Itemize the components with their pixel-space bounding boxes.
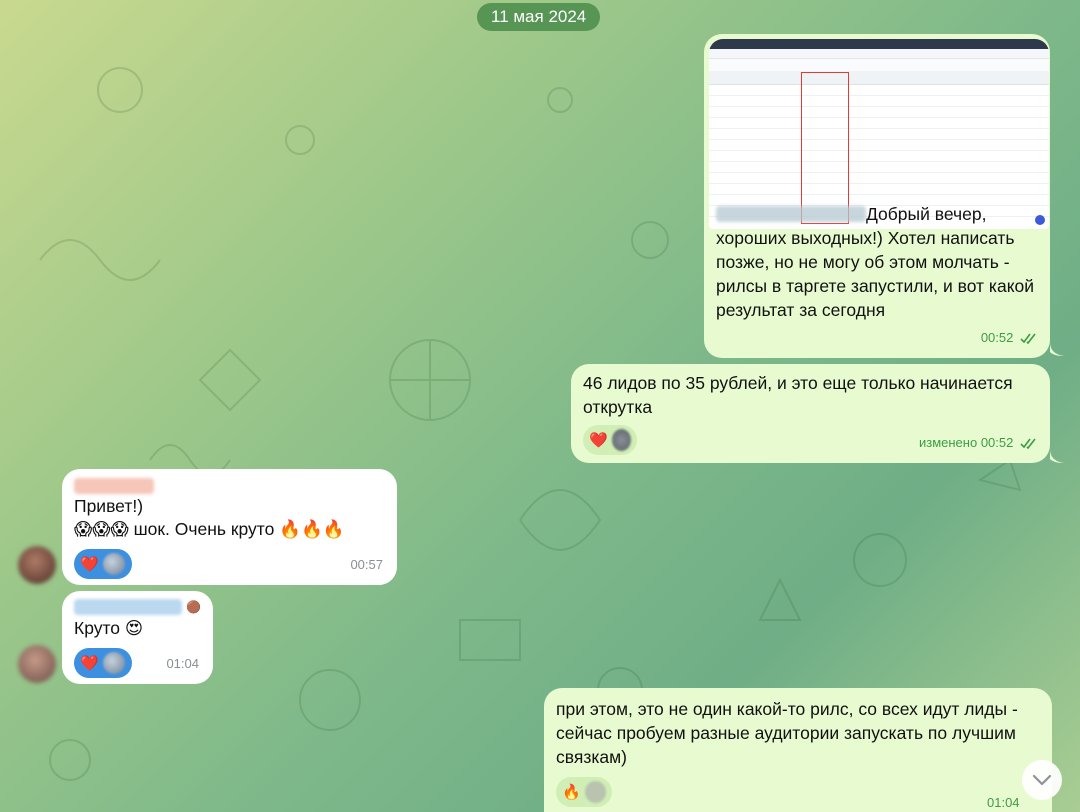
sender-name [74, 478, 154, 494]
message-time: 01:04 [166, 656, 199, 671]
avatar-icon[interactable] [18, 645, 56, 683]
message-time: 00:52 [981, 326, 1038, 350]
avatar-icon[interactable] [18, 546, 56, 584]
message-time: 00:57 [350, 557, 383, 572]
bubble-tail [1050, 342, 1064, 356]
reaction-pill[interactable]: ❤️ [74, 549, 132, 579]
scream-emoji: 😱😱😱 [74, 519, 129, 539]
heart-reaction: ❤️ [80, 654, 99, 672]
double-check-icon [1020, 333, 1036, 344]
chevron-down-icon [1032, 774, 1052, 786]
heart-reaction: ❤️ [80, 555, 99, 573]
message-line-2: 😱😱😱 шок. Очень круто 🔥🔥🔥 [74, 519, 345, 539]
avatar-icon [584, 781, 606, 803]
double-check-icon [1020, 438, 1036, 449]
blurred-mention [716, 206, 866, 222]
message-text: Круто 😍 [74, 618, 144, 638]
message-text: 46 лидов по 35 рублей, и это еще только … [583, 373, 1013, 417]
scroll-down-button[interactable] [1022, 760, 1062, 800]
heart-reaction: ❤️ [589, 431, 608, 449]
reaction-pill[interactable]: ❤️ [74, 648, 132, 678]
avatar-icon [611, 429, 631, 451]
date-separator: 11 мая 2024 [477, 3, 601, 31]
heart-eyes-emoji: 😍 [124, 618, 144, 638]
avatar-icon [102, 553, 125, 575]
message-incoming[interactable]: 🟤 Круто 😍 ❤️ 01:04 [62, 591, 213, 684]
bubble-tail [1050, 449, 1064, 463]
attached-screenshot[interactable] [709, 39, 1049, 229]
message-outgoing[interactable]: 46 лидов по 35 рублей, и это еще только … [571, 364, 1050, 463]
fire-emoji: 🔥🔥🔥 [279, 519, 345, 539]
avatar-icon [102, 652, 125, 674]
message-incoming[interactable]: Привет!) 😱😱😱 шок. Очень круто 🔥🔥🔥 ❤️ 00:… [62, 469, 397, 585]
message-outgoing[interactable]: при этом, это не один какой-то рилс, со … [544, 688, 1052, 812]
message-outgoing-image[interactable]: Добрый вечер, хороших выходных!) Хотел н… [704, 34, 1050, 358]
reaction-pill[interactable]: 🔥 [556, 777, 612, 807]
sender-emoji: 🟤 [186, 600, 201, 614]
message-time: 01:04 [987, 795, 1020, 810]
message-time: изменено 00:52 [919, 431, 1038, 455]
fire-reaction: 🔥 [562, 783, 581, 801]
sender-name [74, 599, 182, 615]
message-line-1: Привет!) [74, 496, 144, 516]
reaction-pill[interactable]: ❤️ [583, 425, 637, 455]
message-text: при этом, это не один какой-то рилс, со … [556, 699, 1018, 767]
